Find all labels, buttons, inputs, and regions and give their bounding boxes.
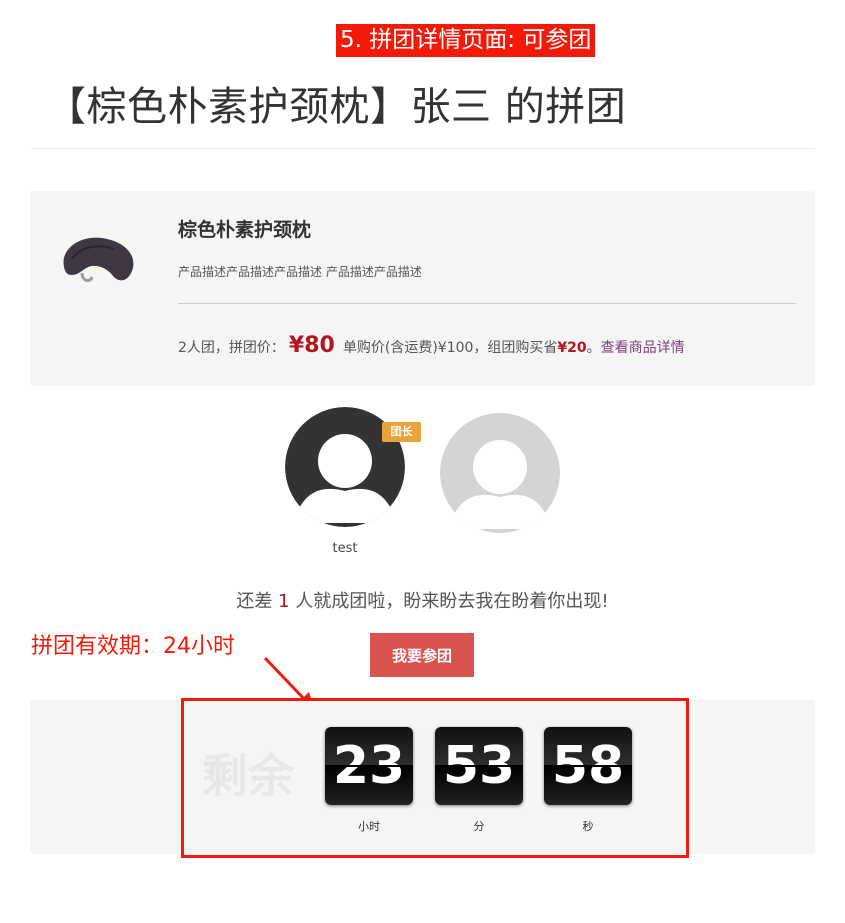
countdown-panel: 剩余 23 53 58 小时 分 秒 [30, 700, 815, 854]
countdown-hours: 23 [325, 727, 413, 805]
product-name: 棕色朴素护颈枕 [178, 219, 312, 241]
remaining-label: 剩余 [202, 749, 294, 803]
group-size-text: 2人团，拼团价： [178, 340, 285, 356]
group-status-message: 还差 1 人就成团啦，盼来盼去我在盼着你出现! [0, 587, 845, 613]
hours-unit-label: 小时 [358, 820, 380, 833]
save-suffix: 。 [586, 340, 601, 356]
save-amount: ¥20 [557, 340, 587, 356]
title-divider [30, 148, 815, 149]
product-image [63, 237, 134, 282]
status-prefix: 还差 [236, 591, 273, 612]
annotation-banner: 5. 拼团详情页面: 可参团 [336, 24, 596, 57]
product-card: 棕色朴素护颈枕 产品描述产品描述产品描述 产品描述产品描述 2人团，拼团价： ¥… [30, 191, 815, 386]
leader-name: test [332, 541, 358, 556]
status-suffix: 人就成团啦，盼来盼去我在盼着你出现! [295, 591, 609, 612]
empty-slot-avatar-icon [440, 413, 560, 533]
seconds-unit-label: 秒 [582, 820, 594, 833]
validity-annotation: 拼团有效期：24小时 [31, 634, 235, 659]
product-divider [178, 303, 796, 304]
product-detail-link[interactable]: 查看商品详情 [601, 337, 685, 357]
countdown-minutes: 53 [435, 727, 523, 805]
join-group-button[interactable]: 我要参团 [370, 633, 474, 677]
group-price: ¥80 [288, 333, 335, 358]
single-price-text: 单购价(含运费)¥100，组团购买省 [342, 340, 558, 356]
leader-badge: 团长 [382, 422, 421, 442]
page-title: 【棕色朴素护颈枕】张三 的拼团 [46, 84, 627, 130]
remaining-count: 1 [278, 591, 290, 612]
product-description: 产品描述产品描述产品描述 产品描述产品描述 [178, 265, 422, 279]
countdown-seconds: 58 [544, 727, 632, 805]
price-line: 2人团，拼团价： ¥80 单购价(含运费)¥100，组团购买省 ¥20 。 查看… [178, 333, 685, 358]
minutes-unit-label: 分 [473, 820, 485, 833]
